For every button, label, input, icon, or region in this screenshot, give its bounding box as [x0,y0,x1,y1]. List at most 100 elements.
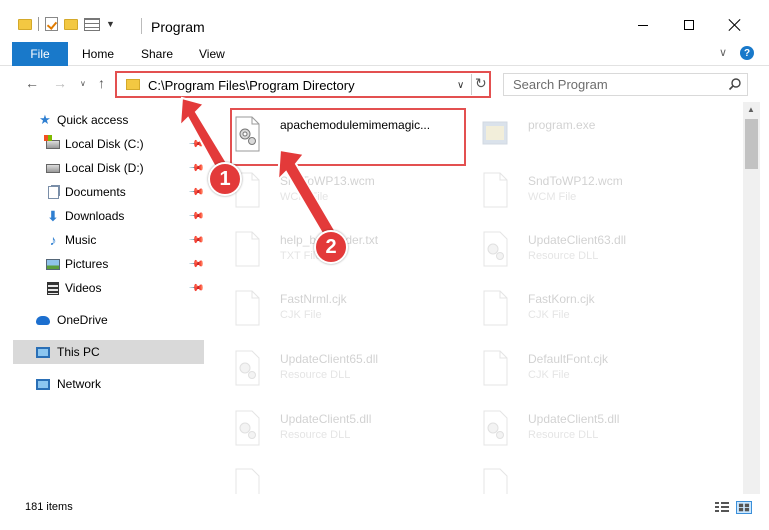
file-name: FastKorn.cjk [528,292,595,306]
sidebar-item-onedrive[interactable]: OneDrive [0,308,206,332]
sidebar-item-videos[interactable]: Videos 📌 [0,276,206,300]
sidebar-item-label: This PC [57,345,100,359]
star-icon: ★ [39,112,51,127]
tab-share[interactable]: Share [141,47,173,61]
drive-icon [44,134,60,151]
file-name: program.exe [528,118,596,132]
exe-file-icon [482,121,508,145]
search-icon[interactable] [728,77,742,91]
file-item[interactable]: FastKorn.cjk CJK File [454,282,694,332]
sidebar-item-label: Quick access [57,113,129,127]
folder-icon[interactable] [18,18,32,30]
pin-icon[interactable]: 📌 [188,256,205,273]
sidebar-item-music[interactable]: ♪ Music 📌 [0,228,206,252]
search-input[interactable] [504,74,719,95]
sidebar-item-label: Network [57,377,102,391]
cloud-icon [36,313,50,327]
vertical-scrollbar[interactable]: ▲ [743,102,760,494]
file-type: Resource DLL [528,250,599,262]
file-type: CJK File [528,309,570,321]
dll-file-gear-icon [483,410,508,446]
minimize-button[interactable] [620,10,666,40]
tab-file[interactable]: File [12,42,68,66]
title-bar: ▼ Program [0,0,769,42]
search-box[interactable] [503,73,748,96]
title-divider [141,18,142,34]
file-item[interactable]: UpdateClient63.dll Resource DLL [454,223,694,273]
back-arrow-icon[interactable]: ← [25,75,39,91]
folder-icon [126,79,140,90]
file-item[interactable] [206,460,446,494]
window-title: Program [151,19,205,35]
file-item[interactable] [454,460,694,494]
dll-file-gear-icon [483,231,508,267]
minimize-icon [638,24,648,26]
file-name: UpdateClient65.dll [280,352,379,366]
file-type: CJK File [280,309,322,321]
file-name: SndToWP12.wcm [528,174,623,188]
new-folder-icon[interactable] [64,18,78,30]
file-name: UpdateClient5.dll [280,412,372,426]
pin-icon[interactable]: 📌 [188,280,205,297]
sidebar-item-label: Local Disk (D:) [65,161,144,175]
sidebar-item-this-pc[interactable]: This PC [13,340,204,364]
ribbon-tabs: File Home Share View ∨ ? [0,42,769,66]
sidebar-item-label: Music [65,233,97,247]
toolbar-divider [38,17,39,31]
file-type: Resource DLL [528,429,599,441]
document-page-icon [47,185,59,199]
documents-icon [46,185,60,199]
status-bar: 181 items [0,494,769,530]
file-name: DefaultFont.cjk [528,352,609,366]
forward-arrow-icon[interactable]: → [53,75,67,91]
pin-icon[interactable]: 📌 [188,232,205,249]
file-item[interactable]: DefaultFont.cjk CJK File [454,342,694,392]
onedrive-cloud-icon [36,315,50,325]
dll-file-gear-icon [235,350,260,386]
expand-ribbon-chevron-icon[interactable]: ∨ [719,46,727,59]
file-type: Resource DLL [280,429,351,441]
landscape-icon [46,258,60,270]
file-item[interactable]: program.exe [454,108,694,158]
file-item[interactable]: UpdateClient5.dll Resource DLL [454,402,694,452]
film-strip-icon [47,281,59,295]
computer-icon [36,345,50,359]
sidebar-item-network[interactable]: Network [0,372,206,396]
up-arrow-icon[interactable]: ↑ [98,75,105,91]
recent-locations-chevron-icon[interactable]: ∨ [80,79,86,88]
pin-icon[interactable]: 📌 [188,208,205,225]
file-item[interactable]: UpdateClient5.dll Resource DLL [206,402,446,452]
maximize-button[interactable] [666,10,712,40]
file-item[interactable]: FastNrml.cjk CJK File [206,282,446,332]
step-badge-2: 2 [314,230,348,264]
blank-file-icon [235,290,260,326]
tiles-view-icon[interactable] [736,501,752,514]
close-button[interactable] [712,10,758,40]
drive-icon [46,161,60,175]
file-type: Resource DLL [280,369,351,381]
sidebar-item-label: Local Disk (C:) [65,137,144,151]
sidebar-item-label: Downloads [65,209,125,223]
help-icon[interactable]: ? [740,46,754,60]
item-count: 181 items [25,501,73,513]
refresh-icon[interactable]: ↻ [475,75,487,92]
close-icon [729,19,741,31]
file-item[interactable]: SndToWP12.wcm WCM File [454,164,694,214]
scroll-thumb[interactable] [745,119,758,169]
sidebar-item-pictures[interactable]: Pictures 📌 [0,252,206,276]
details-view-icon[interactable] [714,501,730,514]
file-type: WCM File [528,191,577,203]
scroll-up-arrow-icon[interactable]: ▲ [747,105,755,114]
tab-home[interactable]: Home [82,47,114,61]
maximize-icon [684,20,694,30]
network-monitor-icon [36,378,50,390]
address-dropdown-chevron-icon[interactable]: ∨ [457,80,464,91]
customize-toolbar-dropdown-icon[interactable]: ▼ [106,19,115,29]
properties-icon[interactable] [84,17,100,31]
file-item[interactable]: UpdateClient65.dll Resource DLL [206,342,446,392]
tab-view[interactable]: View [199,47,225,61]
properties-check-icon[interactable] [45,17,58,31]
blank-file-icon [483,290,508,326]
sidebar-item-label: OneDrive [57,313,108,327]
sidebar-item-downloads[interactable]: ⬇ Downloads 📌 [0,204,206,228]
